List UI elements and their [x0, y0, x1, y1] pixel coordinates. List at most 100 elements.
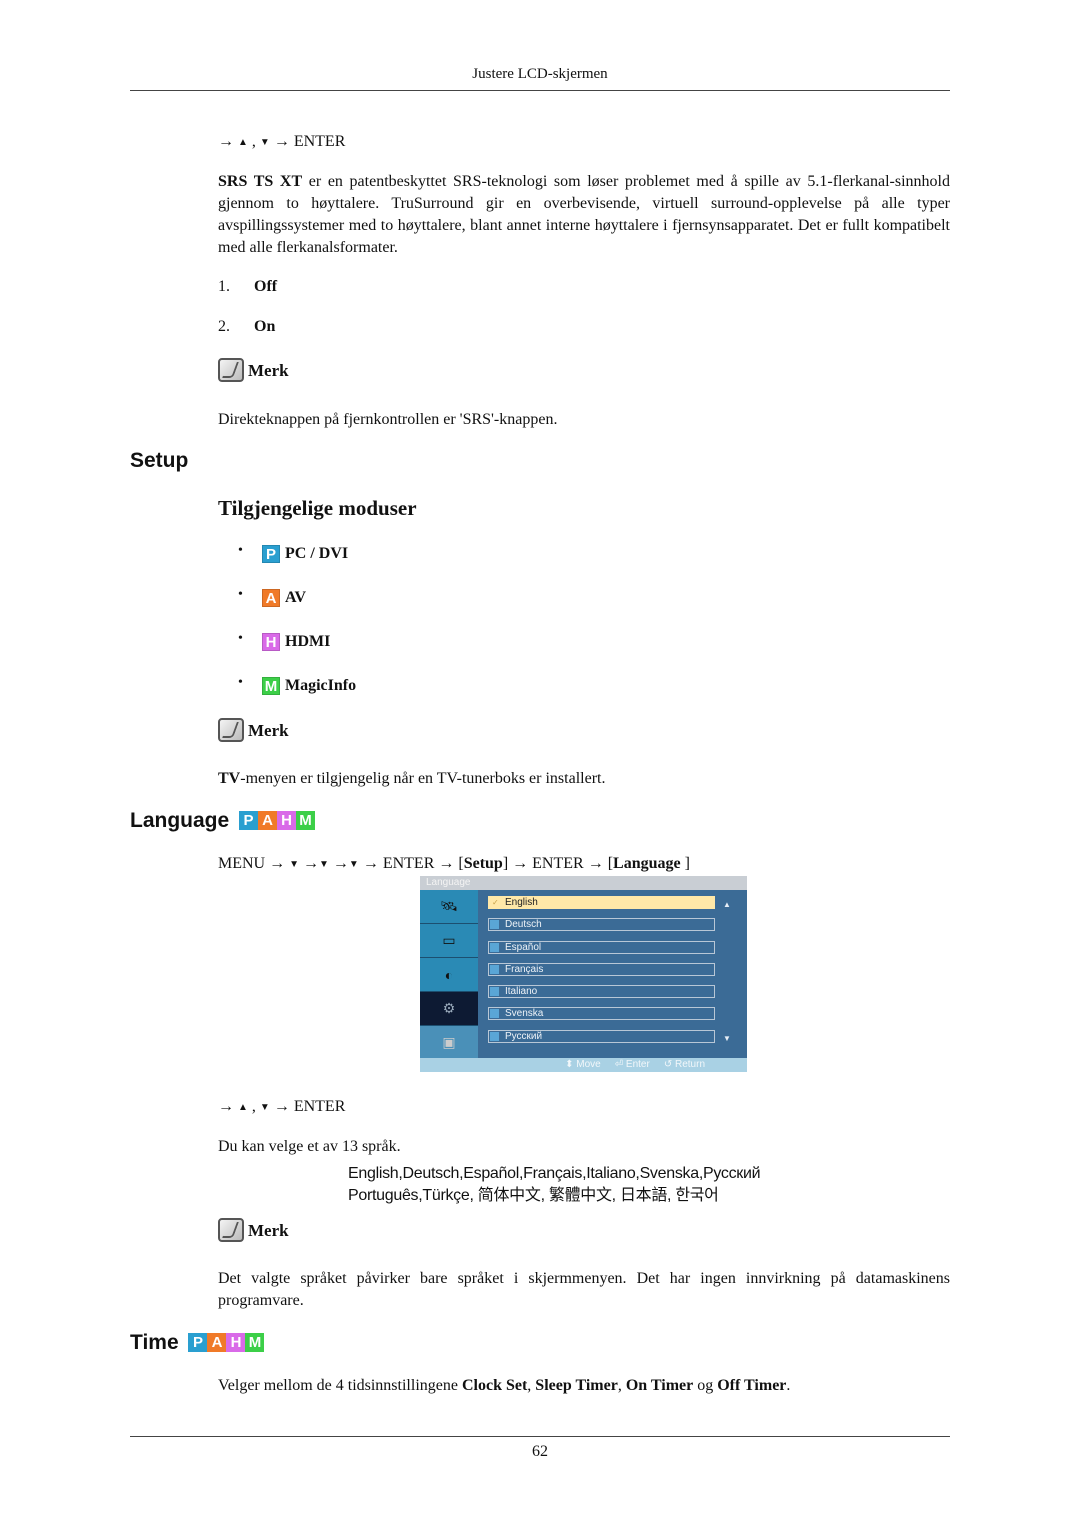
note-header: Merk [218, 718, 289, 742]
magicinfo-mode-icon: M [262, 677, 280, 695]
enter-label: Enter [625, 1059, 650, 1070]
scroll-down-icon[interactable]: ▼ [723, 1034, 731, 1043]
clock-set-term: Clock Set [461, 1377, 528, 1394]
osd-option-deutsch[interactable]: Deutsch [488, 918, 715, 932]
note-pencil-icon [218, 358, 244, 382]
osd-option-francais[interactable]: Français [488, 962, 715, 976]
osd-option-english[interactable]: English [488, 896, 715, 909]
option-number: 2. [218, 318, 230, 335]
note-label: Merk [248, 1221, 289, 1240]
scroll-up-icon[interactable]: ▲ [723, 900, 731, 909]
option-label: Off [254, 278, 278, 295]
mode-label: HDMI [285, 633, 331, 650]
language-list-line-2: Português,Türkçe, 简体中文, 繁體中文, 日本語, 한국어 [348, 1187, 719, 1204]
pc-mode-icon: P [262, 545, 280, 563]
mode-label: PC / DVI [285, 545, 349, 562]
off-timer-term: Off Timer [717, 1377, 787, 1394]
sleep-timer-term: Sleep Timer [535, 1377, 618, 1394]
osd-footer-enter: ⏎ Enter [615, 1058, 650, 1072]
page-header-title: Justere LCD-skjermen [472, 66, 608, 82]
osd-option-svenska[interactable]: Svenska [488, 1007, 715, 1021]
enter-text: → ENTER [273, 1098, 346, 1115]
path-text: → [328, 855, 349, 872]
osd-footer: ⬍ Move ⏎ Enter ↺ Return [420, 1058, 747, 1072]
m-badge-icon: M [296, 811, 316, 830]
osd-language-list: English Deutsch Español Français Italian… [488, 896, 715, 1052]
path-text: → ENTER → [ [358, 855, 464, 872]
srs-nav-instruction: → ▲ , ▼ → ENTER [218, 131, 345, 154]
separator: , [247, 133, 260, 150]
note-header: Merk [218, 358, 289, 382]
heading-text: Time [130, 1331, 179, 1354]
on-timer-term: On Timer [625, 1377, 694, 1394]
picture-icon[interactable]: 🛰 [420, 890, 478, 924]
path-text: → [299, 855, 320, 872]
tv-term: TV [218, 770, 241, 787]
osd-footer-return: ↺ Return [664, 1058, 705, 1072]
mode-label: AV [285, 589, 307, 606]
a-badge-icon: A [258, 811, 278, 830]
section-heading-time: Time PAHM [130, 1331, 265, 1355]
note-label: Merk [248, 721, 289, 740]
note-pencil-icon [218, 718, 244, 742]
footer-rule [130, 1436, 950, 1437]
sound-icon[interactable]: ▭ [420, 924, 478, 958]
path-text: ] [684, 855, 690, 872]
bullet: • [238, 675, 243, 690]
arrow-right-icon: → [218, 133, 234, 150]
p-badge-icon: P [188, 1333, 208, 1352]
path-text: ] → ENTER → [ [502, 855, 614, 872]
time-text: og [693, 1377, 718, 1394]
note-label: Merk [248, 361, 289, 380]
h-badge-icon: H [226, 1333, 246, 1352]
header-rule [130, 90, 950, 91]
bullet: • [238, 543, 243, 558]
section-heading-language: Language PAHM [130, 809, 316, 833]
m-badge-icon: M [245, 1333, 265, 1352]
option-number: 1. [218, 278, 230, 295]
mode-item-magicinfo: • M MagicInfo [238, 675, 356, 697]
option-label: On [254, 318, 276, 335]
down-triangle-icon: ▼ [289, 859, 300, 870]
heading-text: Language [130, 809, 230, 832]
subheading-modes: Tilgjengelige moduser [218, 496, 417, 520]
osd-title: Language [420, 876, 747, 890]
mode-item-hdmi: • H HDMI [238, 631, 330, 653]
page-number: 62 [532, 1443, 548, 1460]
osd-option-espanol[interactable]: Español [488, 940, 715, 954]
down-triangle-icon: ▼ [259, 137, 270, 148]
osd-footer-move: ⬍ Move [565, 1058, 601, 1072]
arrow-right-icon: → [218, 1098, 234, 1115]
enter-icon: ⏎ [614, 1059, 626, 1070]
setup-gear-icon[interactable]: ⚙ [420, 992, 478, 1026]
time-text: , [617, 1377, 626, 1394]
down-triangle-icon: ▼ [259, 1102, 270, 1113]
srs-description: SRS TS XT er en patentbeskyttet SRS-tekn… [218, 171, 950, 259]
osd-option-italiano[interactable]: Italiano [488, 985, 715, 999]
move-icon: ⬍ [565, 1059, 577, 1070]
srs-term: SRS TS XT [218, 173, 303, 190]
a-badge-icon: A [207, 1333, 227, 1352]
note-header: Merk [218, 1218, 289, 1242]
bullet: • [238, 631, 243, 646]
mode-label: MagicInfo [285, 677, 357, 694]
hdmi-mode-icon: H [262, 633, 280, 651]
osd-language-menu: Language 🛰 ▭ ◐ ⚙ ▣ English Deutsch Españ… [420, 876, 747, 1072]
up-triangle-icon: ▲ [238, 1102, 248, 1113]
move-label: Move [576, 1059, 601, 1070]
channel-icon[interactable]: ◐ [420, 958, 478, 992]
option-item: 1. Off [218, 276, 277, 298]
time-text: Velger mellom de 4 tidsinnstillingene [218, 1377, 462, 1394]
note-pencil-icon [218, 1218, 244, 1242]
enter-text: → ENTER [273, 133, 346, 150]
down-triangle-icon: ▼ [348, 859, 359, 870]
osd-sidebar: 🛰 ▭ ◐ ⚙ ▣ [420, 890, 478, 1060]
osd-option-russian[interactable]: Русский [488, 1029, 715, 1043]
time-text: . [786, 1377, 791, 1394]
path-language: Language [613, 855, 685, 872]
pahm-badges: PAHM [239, 811, 316, 830]
bullet: • [238, 587, 243, 602]
pahm-badges: PAHM [188, 1333, 265, 1352]
input-icon[interactable]: ▣ [420, 1026, 478, 1060]
note-text: TV-menyen er tilgjengelig når en TV-tune… [218, 768, 950, 790]
